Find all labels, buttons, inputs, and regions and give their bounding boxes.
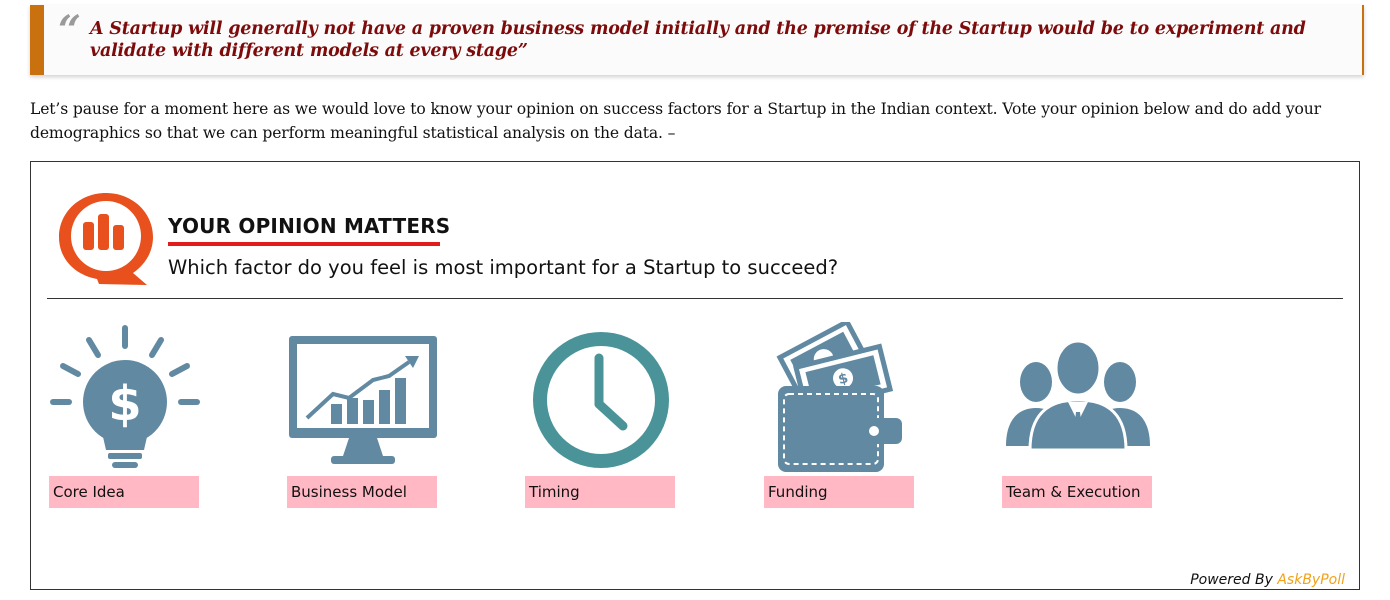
option-core-idea[interactable]: $ Core Idea <box>49 322 201 508</box>
poll-widget: YOUR OPINION MATTERS Which factor do you… <box>30 161 1360 590</box>
option-team-execution[interactable]: Team & Execution <box>1002 322 1154 508</box>
quote-mark-icon: “ <box>58 7 82 54</box>
poll-heading: YOUR OPINION MATTERS <box>168 214 451 238</box>
powered-by-text: Powered By <box>1190 572 1273 588</box>
clock-icon <box>533 332 669 468</box>
option-label: Business Model <box>287 476 437 508</box>
option-business-model[interactable]: Business Model <box>287 322 439 508</box>
option-label: Funding <box>764 476 914 508</box>
option-label: Team & Execution <box>1002 476 1152 508</box>
wallet-money-icon: $ <box>776 322 902 472</box>
team-people-icon <box>1006 339 1150 452</box>
option-label: Timing <box>525 476 675 508</box>
poll-question: Which factor do you feel is most importa… <box>168 256 839 279</box>
divider <box>47 298 1343 299</box>
askbypoll-link[interactable]: AskByPoll <box>1277 572 1345 588</box>
quote-block: “ A Startup will generally not have a pr… <box>30 5 1364 75</box>
lightbulb-dollar-icon: $ <box>50 325 200 468</box>
intro-paragraph: Let’s pause for a moment here as we woul… <box>30 100 1321 142</box>
option-label: Core Idea <box>49 476 199 508</box>
heading-underline <box>168 242 440 246</box>
option-timing[interactable]: Timing <box>525 322 677 508</box>
monitor-chart-icon <box>289 336 437 464</box>
svg-text:$: $ <box>108 376 141 432</box>
poll-chat-bubble-icon <box>59 193 153 285</box>
option-funding[interactable]: $ Funding <box>764 322 916 508</box>
powered-by: Powered By AskByPoll <box>1190 572 1345 588</box>
quote-text: A Startup will generally not have a prov… <box>90 19 1306 61</box>
